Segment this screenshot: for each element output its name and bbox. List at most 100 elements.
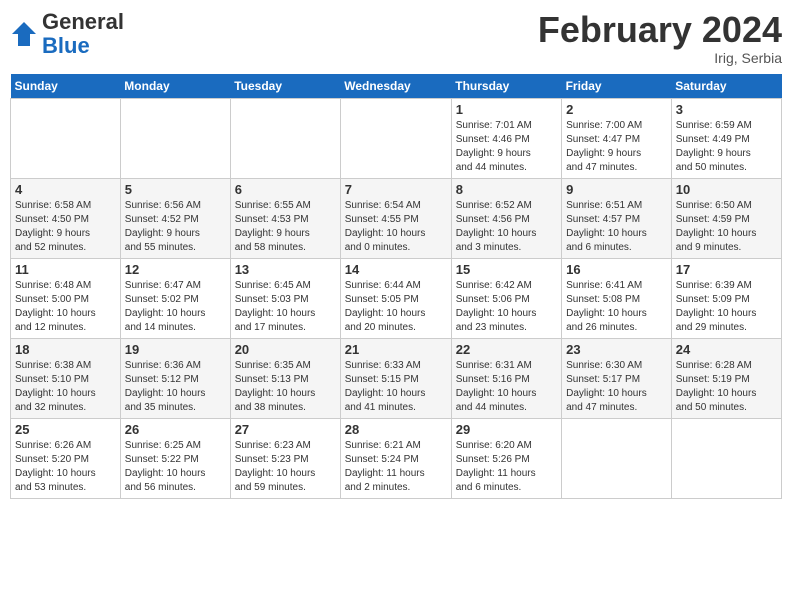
calendar-cell: 16 Sunrise: 6:41 AM Sunset: 5:08 PM Dayli… — [562, 258, 672, 338]
calendar-cell — [230, 98, 340, 178]
day-info: Sunrise: 6:56 AM Sunset: 4:52 PM Dayligh… — [125, 199, 226, 255]
day-number: 7 — [345, 182, 447, 197]
logo-blue: Blue — [42, 33, 90, 58]
calendar-cell: 22 Sunrise: 6:31 AM Sunset: 5:16 PM Dayli… — [451, 338, 561, 418]
day-info: Sunrise: 6:28 AM Sunset: 5:19 PM Dayligh… — [676, 359, 777, 415]
day-number: 8 — [456, 182, 557, 197]
logo: General Blue — [10, 10, 124, 58]
header: General Blue February 2024 Irig, Serbia — [10, 10, 782, 66]
logo-general: General — [42, 9, 124, 34]
day-info: Sunrise: 7:01 AM Sunset: 4:46 PM Dayligh… — [456, 119, 557, 175]
day-number: 17 — [676, 262, 777, 277]
calendar-cell: 28Sunrise: 6:21 AM Sunset: 5:24 PM Dayli… — [340, 418, 451, 498]
day-info: Sunrise: 6:26 AM Sunset: 5:20 PM Dayligh… — [15, 439, 116, 495]
day-info: Sunrise: 6:51 AM Sunset: 4:57 PM Dayligh… — [566, 199, 667, 255]
day-number: 10 — [676, 182, 777, 197]
calendar-week-row: 1 Sunrise: 7:01 AM Sunset: 4:46 PM Daylig… — [11, 98, 782, 178]
day-number: 20 — [235, 342, 336, 357]
calendar-cell: 2 Sunrise: 7:00 AM Sunset: 4:47 PM Daylig… — [562, 98, 672, 178]
calendar-cell: 7 Sunrise: 6:54 AM Sunset: 4:55 PM Daylig… — [340, 178, 451, 258]
calendar-cell: 23 Sunrise: 6:30 AM Sunset: 5:17 PM Dayli… — [562, 338, 672, 418]
day-number: 29 — [456, 422, 557, 437]
location-subtitle: Irig, Serbia — [538, 50, 782, 66]
day-info: Sunrise: 6:31 AM Sunset: 5:16 PM Dayligh… — [456, 359, 557, 415]
calendar-cell: 1 Sunrise: 7:01 AM Sunset: 4:46 PM Daylig… — [451, 98, 561, 178]
calendar-cell: 6 Sunrise: 6:55 AM Sunset: 4:53 PM Daylig… — [230, 178, 340, 258]
day-number: 4 — [15, 182, 116, 197]
day-info: Sunrise: 6:20 AM Sunset: 5:26 PM Dayligh… — [456, 439, 557, 495]
day-info: Sunrise: 6:41 AM Sunset: 5:08 PM Dayligh… — [566, 279, 667, 335]
calendar-cell — [120, 98, 230, 178]
calendar-cell: 14 Sunrise: 6:44 AM Sunset: 5:05 PM Dayli… — [340, 258, 451, 338]
calendar-cell — [11, 98, 121, 178]
calendar-cell: 19Sunrise: 6:36 AM Sunset: 5:12 PM Dayli… — [120, 338, 230, 418]
day-info: Sunrise: 6:30 AM Sunset: 5:17 PM Dayligh… — [566, 359, 667, 415]
day-number: 12 — [125, 262, 226, 277]
logo-icon — [10, 20, 38, 48]
calendar-cell: 9 Sunrise: 6:51 AM Sunset: 4:57 PM Daylig… — [562, 178, 672, 258]
calendar-cell: 25Sunrise: 6:26 AM Sunset: 5:20 PM Dayli… — [11, 418, 121, 498]
day-number: 22 — [456, 342, 557, 357]
calendar-cell: 27Sunrise: 6:23 AM Sunset: 5:23 PM Dayli… — [230, 418, 340, 498]
calendar-cell: 26 Sunrise: 6:25 AM Sunset: 5:22 PM Dayli… — [120, 418, 230, 498]
day-number: 18 — [15, 342, 116, 357]
calendar-cell — [671, 418, 781, 498]
day-info: Sunrise: 6:39 AM Sunset: 5:09 PM Dayligh… — [676, 279, 777, 335]
day-number: 16 — [566, 262, 667, 277]
calendar-cell: 12 Sunrise: 6:47 AM Sunset: 5:02 PM Dayli… — [120, 258, 230, 338]
calendar-cell: 10 Sunrise: 6:50 AM Sunset: 4:59 PM Dayli… — [671, 178, 781, 258]
column-header-saturday: Saturday — [671, 74, 781, 99]
calendar-cell: 5 Sunrise: 6:56 AM Sunset: 4:52 PM Daylig… — [120, 178, 230, 258]
calendar-cell — [340, 98, 451, 178]
day-info: Sunrise: 6:21 AM Sunset: 5:24 PM Dayligh… — [345, 439, 447, 495]
column-header-thursday: Thursday — [451, 74, 561, 99]
day-number: 2 — [566, 102, 667, 117]
day-number: 27 — [235, 422, 336, 437]
day-info: Sunrise: 6:47 AM Sunset: 5:02 PM Dayligh… — [125, 279, 226, 335]
calendar-cell: 24 Sunrise: 6:28 AM Sunset: 5:19 PM Dayli… — [671, 338, 781, 418]
day-info: Sunrise: 6:55 AM Sunset: 4:53 PM Dayligh… — [235, 199, 336, 255]
day-info: Sunrise: 6:59 AM Sunset: 4:49 PM Dayligh… — [676, 119, 777, 175]
calendar-cell: 29 Sunrise: 6:20 AM Sunset: 5:26 PM Dayli… — [451, 418, 561, 498]
calendar-cell: 15 Sunrise: 6:42 AM Sunset: 5:06 PM Dayli… — [451, 258, 561, 338]
column-header-wednesday: Wednesday — [340, 74, 451, 99]
month-title: February 2024 — [538, 10, 782, 50]
calendar-week-row: 18 Sunrise: 6:38 AM Sunset: 5:10 PM Dayli… — [11, 338, 782, 418]
day-number: 13 — [235, 262, 336, 277]
calendar-cell: 21Sunrise: 6:33 AM Sunset: 5:15 PM Dayli… — [340, 338, 451, 418]
day-number: 9 — [566, 182, 667, 197]
day-info: Sunrise: 6:50 AM Sunset: 4:59 PM Dayligh… — [676, 199, 777, 255]
day-number: 5 — [125, 182, 226, 197]
day-number: 23 — [566, 342, 667, 357]
day-info: Sunrise: 6:54 AM Sunset: 4:55 PM Dayligh… — [345, 199, 447, 255]
calendar-cell — [562, 418, 672, 498]
day-info: Sunrise: 6:45 AM Sunset: 5:03 PM Dayligh… — [235, 279, 336, 335]
day-info: Sunrise: 6:25 AM Sunset: 5:22 PM Dayligh… — [125, 439, 226, 495]
calendar-header-row: SundayMondayTuesdayWednesdayThursdayFrid… — [11, 74, 782, 99]
day-info: Sunrise: 6:36 AM Sunset: 5:12 PM Dayligh… — [125, 359, 226, 415]
day-info: Sunrise: 6:33 AM Sunset: 5:15 PM Dayligh… — [345, 359, 447, 415]
calendar-cell: 13 Sunrise: 6:45 AM Sunset: 5:03 PM Dayli… — [230, 258, 340, 338]
calendar-cell: 3Sunrise: 6:59 AM Sunset: 4:49 PM Daylig… — [671, 98, 781, 178]
day-number: 1 — [456, 102, 557, 117]
calendar-week-row: 25Sunrise: 6:26 AM Sunset: 5:20 PM Dayli… — [11, 418, 782, 498]
day-number: 24 — [676, 342, 777, 357]
day-info: Sunrise: 6:42 AM Sunset: 5:06 PM Dayligh… — [456, 279, 557, 335]
calendar-cell: 11Sunrise: 6:48 AM Sunset: 5:00 PM Dayli… — [11, 258, 121, 338]
calendar-week-row: 11Sunrise: 6:48 AM Sunset: 5:00 PM Dayli… — [11, 258, 782, 338]
day-info: Sunrise: 6:48 AM Sunset: 5:00 PM Dayligh… — [15, 279, 116, 335]
day-number: 6 — [235, 182, 336, 197]
day-info: Sunrise: 6:38 AM Sunset: 5:10 PM Dayligh… — [15, 359, 116, 415]
calendar-week-row: 4 Sunrise: 6:58 AM Sunset: 4:50 PM Daylig… — [11, 178, 782, 258]
day-number: 14 — [345, 262, 447, 277]
day-info: Sunrise: 6:52 AM Sunset: 4:56 PM Dayligh… — [456, 199, 557, 255]
day-info: Sunrise: 7:00 AM Sunset: 4:47 PM Dayligh… — [566, 119, 667, 175]
column-header-sunday: Sunday — [11, 74, 121, 99]
column-header-monday: Monday — [120, 74, 230, 99]
day-number: 15 — [456, 262, 557, 277]
day-number: 26 — [125, 422, 226, 437]
day-info: Sunrise: 6:44 AM Sunset: 5:05 PM Dayligh… — [345, 279, 447, 335]
day-info: Sunrise: 6:58 AM Sunset: 4:50 PM Dayligh… — [15, 199, 116, 255]
logo-text: General Blue — [42, 10, 124, 58]
calendar-table: SundayMondayTuesdayWednesdayThursdayFrid… — [10, 74, 782, 499]
